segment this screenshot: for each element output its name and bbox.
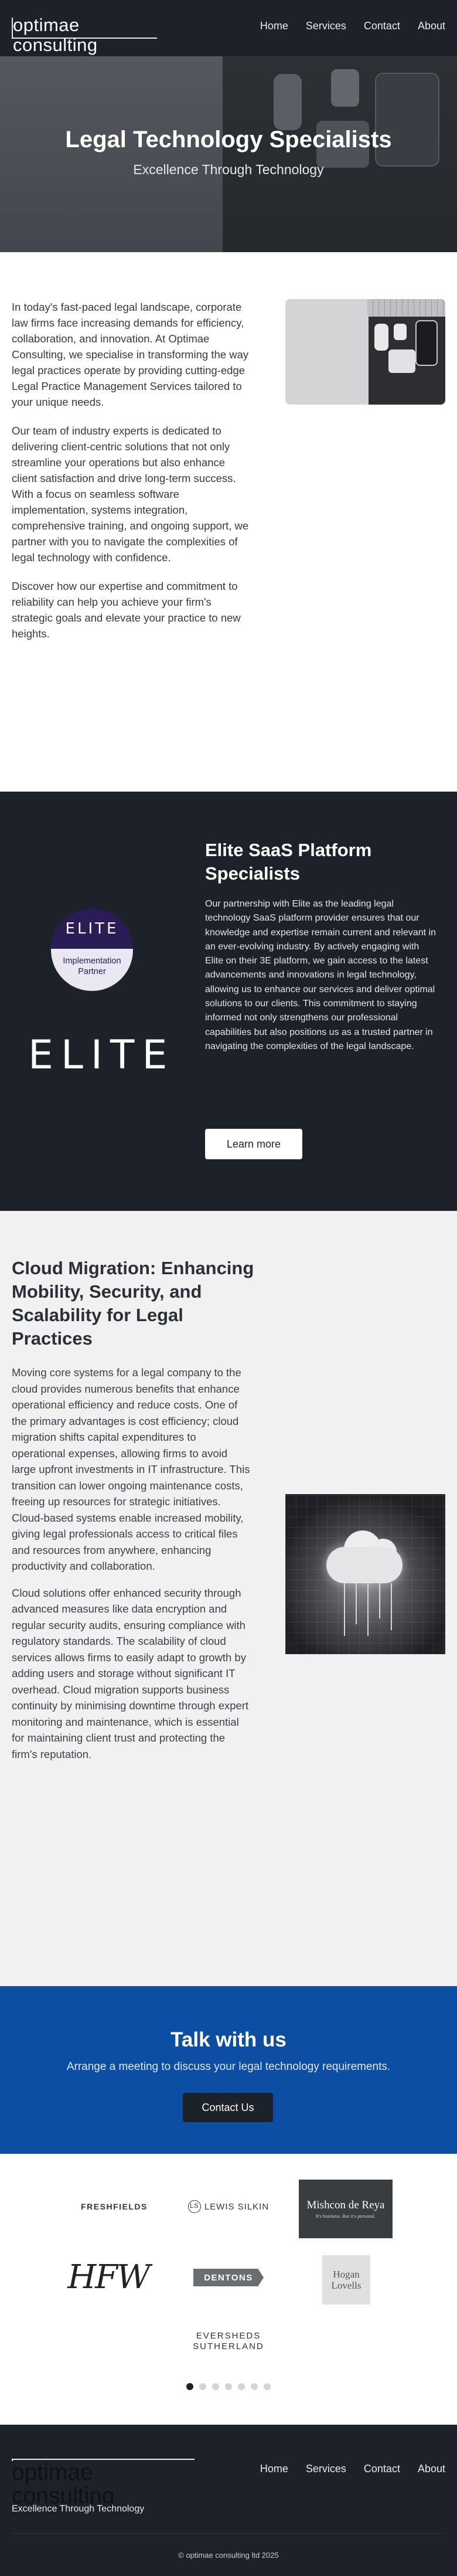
eversheds-sutherland-logo: EVERSHEDS SUTHERLAND — [182, 2324, 275, 2359]
site-footer: optimae consulting Excellence Through Te… — [0, 2425, 457, 2576]
footer-nav-about[interactable]: About — [418, 2463, 445, 2475]
learn-more-button[interactable]: Learn more — [205, 1129, 302, 1159]
hogan-lovells-logo: Hogan Lovells — [322, 2255, 370, 2305]
carousel-dots — [186, 2383, 271, 2390]
footer-logo[interactable]: optimae consulting — [12, 2459, 195, 2508]
intro-section: In today's fast-paced legal landscape, c… — [0, 252, 457, 792]
badge-elite-text: ELITE — [65, 920, 119, 938]
main-nav: Home Services Contact About — [260, 20, 445, 32]
implementation-partner-badge: ELITE Implementation Partner — [51, 909, 133, 991]
footer-divider — [12, 2533, 445, 2534]
carousel-dot[interactable] — [264, 2383, 271, 2390]
footer-nav: Home Services Contact About — [260, 2463, 445, 2475]
sutherland-text: SUTHERLAND — [193, 2341, 264, 2351]
footer-tagline: Excellence Through Technology — [12, 2504, 145, 2514]
nav-contact[interactable]: Contact — [364, 20, 400, 32]
eversheds-text: EVERSHEDS — [196, 2331, 261, 2341]
carousel-dot[interactable] — [199, 2383, 206, 2390]
footer-nav-contact[interactable]: Contact — [364, 2463, 400, 2475]
footer-logo-text: optimae consulting — [12, 2461, 195, 2508]
lewis-silkin-logo: LS LEWIS SILKIN — [182, 2189, 275, 2224]
site-logo-text: optimae consulting — [13, 15, 98, 55]
talk-with-us-section: Talk with us Arrange a meeting to discus… — [0, 1986, 457, 2154]
talk-subtitle: Arrange a meeting to discuss your legal … — [66, 2061, 391, 2073]
desk-devices-image — [285, 299, 445, 405]
footer-nav-home[interactable]: Home — [260, 2463, 288, 2475]
hero-background-image — [0, 56, 457, 252]
footer-nav-services[interactable]: Services — [306, 2463, 346, 2475]
intro-paragraph: Discover how our expertise and commitmen… — [12, 580, 241, 640]
site-header: optimae consulting Home Services Contact… — [0, 0, 457, 56]
lovells-text: Lovells — [331, 2280, 361, 2291]
hero-subtitle: Excellence Through Technology — [133, 162, 324, 177]
mishcon-text: Mishcon de Reya — [306, 2199, 385, 2211]
dentons-logo: DENTONS — [193, 2269, 264, 2286]
intro-text: In today's fast-paced legal landscape, c… — [12, 299, 252, 654]
mishcon-de-reya-logo: Mishcon de Reya It's business. But it's … — [299, 2180, 393, 2238]
carousel-dot[interactable] — [212, 2383, 219, 2390]
talk-title: Talk with us — [170, 2028, 287, 2051]
elite-section: ELITE Implementation Partner ELITE Elite… — [0, 792, 457, 1211]
lewis-silkin-text: LEWIS SILKIN — [204, 2201, 270, 2212]
intro-paragraph: Our team of industry experts is dedicate… — [12, 425, 249, 564]
lewis-silkin-mark: LS — [187, 2200, 201, 2213]
client-logos-section: FRESHFIELDS LS LEWIS SILKIN Mishcon de R… — [0, 2154, 457, 2425]
cloud-text: Moving core systems for a legal company … — [12, 1365, 252, 1773]
nav-services[interactable]: Services — [306, 20, 346, 32]
freshfields-logo: FRESHFIELDS — [81, 2202, 148, 2211]
copyright: © optimae consulting ltd 2025 — [178, 2551, 279, 2560]
intro-paragraph: In today's fast-paced legal landscape, c… — [12, 301, 249, 408]
elite-title: Elite SaaS Platform Specialists — [205, 840, 372, 884]
carousel-dot[interactable] — [251, 2383, 258, 2390]
cloud-title: Cloud Migration: Enhancing Mobility, Sec… — [12, 1258, 254, 1349]
cloud-migration-section: Cloud Migration: Enhancing Mobility, Sec… — [0, 1211, 457, 1986]
elite-logo: ELITE — [28, 1032, 175, 1078]
mishcon-tagline: It's business. But it's personal. — [315, 2213, 376, 2219]
carousel-dot[interactable] — [225, 2383, 232, 2390]
nav-home[interactable]: Home — [260, 20, 288, 32]
carousel-dot[interactable] — [186, 2383, 193, 2390]
cloud-paragraph: Moving core systems for a legal company … — [12, 1366, 250, 1572]
nav-about[interactable]: About — [418, 20, 445, 32]
hero-title: Legal Technology Specialists — [65, 127, 392, 152]
hfw-logo: HFW — [67, 2258, 150, 2296]
site-logo[interactable]: optimae consulting — [12, 15, 157, 55]
contact-us-button[interactable]: Contact Us — [183, 2093, 273, 2122]
badge-partner-text: Implementation Partner — [51, 949, 133, 991]
elite-text: Our partnership with Elite as the leadin… — [205, 899, 436, 1051]
hero-section: optimae consulting Home Services Contact… — [0, 0, 457, 252]
carousel-dot[interactable] — [238, 2383, 245, 2390]
hogan-text: Hogan — [333, 2269, 360, 2280]
cloud-computing-image — [285, 1494, 445, 1654]
cloud-paragraph: Cloud solutions offer enhanced security … — [12, 1586, 249, 1760]
